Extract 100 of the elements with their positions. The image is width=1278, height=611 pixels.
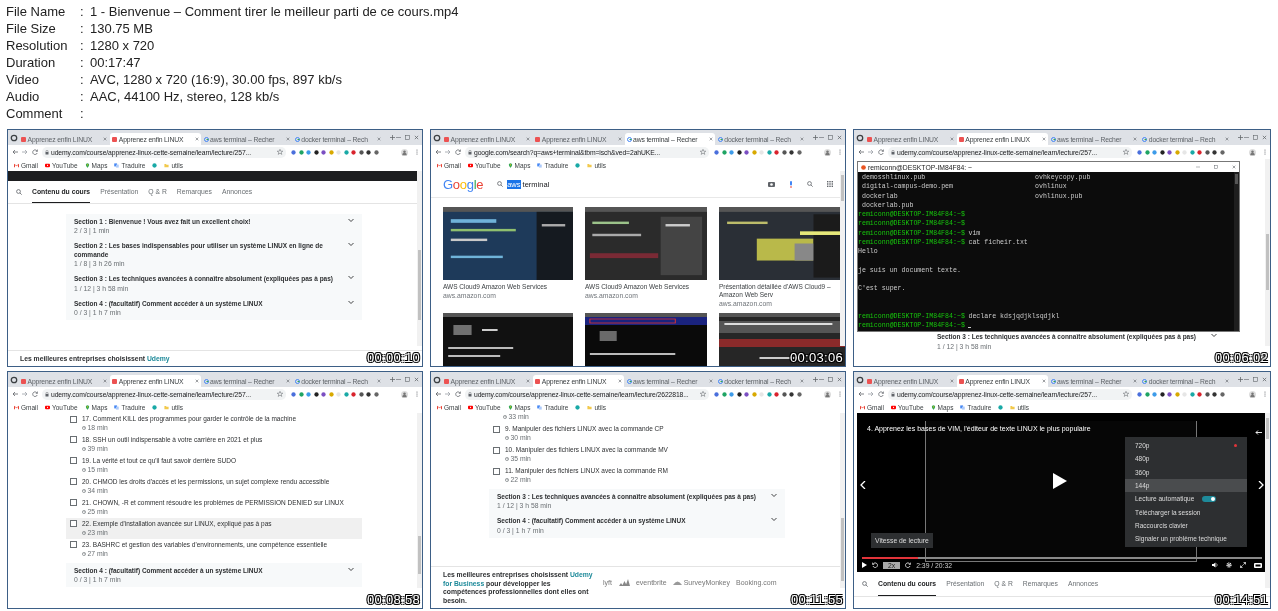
avatar-icon[interactable] xyxy=(1249,390,1256,398)
scrollbar[interactable] xyxy=(417,413,422,588)
new-tab-icon[interactable] xyxy=(813,135,818,140)
reload-icon[interactable] xyxy=(878,149,884,155)
star-icon[interactable] xyxy=(277,391,283,397)
new-tab-icon[interactable] xyxy=(1238,135,1243,140)
maximize-icon[interactable] xyxy=(405,377,410,382)
back-icon[interactable] xyxy=(435,391,441,397)
back-icon[interactable] xyxy=(858,149,864,155)
checkbox[interactable] xyxy=(70,436,77,444)
close-icon[interactable] xyxy=(377,137,381,141)
avatar-icon[interactable] xyxy=(401,390,408,398)
close-icon[interactable] xyxy=(708,137,713,141)
checkbox[interactable] xyxy=(493,425,500,433)
theater-icon[interactable] xyxy=(1254,562,1262,568)
close-icon[interactable] xyxy=(194,137,199,141)
site-icon[interactable] xyxy=(575,404,581,410)
minimize-icon[interactable] xyxy=(1244,135,1249,140)
star-icon[interactable] xyxy=(700,149,706,155)
site-icon[interactable] xyxy=(998,404,1004,410)
star-icon[interactable] xyxy=(277,149,283,155)
chevron-left-icon[interactable] xyxy=(860,481,866,489)
maximize-icon[interactable] xyxy=(1253,135,1258,140)
chrome-menu-icon[interactable] xyxy=(856,133,864,142)
close-icon[interactable] xyxy=(1041,137,1046,141)
avatar-icon[interactable] xyxy=(824,390,831,398)
minimize-icon[interactable] xyxy=(819,135,824,140)
avatar-icon[interactable] xyxy=(824,148,831,156)
scrollbar[interactable] xyxy=(840,171,845,346)
close-icon[interactable] xyxy=(194,379,199,383)
star-icon[interactable] xyxy=(700,391,706,397)
chrome-menu-icon[interactable] xyxy=(856,375,864,384)
play-icon[interactable] xyxy=(1053,473,1067,489)
close-icon[interactable] xyxy=(1225,379,1229,383)
search-icon[interactable] xyxy=(862,581,868,587)
close-icon[interactable] xyxy=(414,377,419,382)
reload-icon[interactable] xyxy=(878,391,884,397)
maximize-icon[interactable] xyxy=(1214,165,1218,169)
checkbox[interactable] xyxy=(70,541,77,549)
fullscreen-icon[interactable] xyxy=(1240,562,1246,568)
close-icon[interactable] xyxy=(800,379,804,383)
settings-icon[interactable] xyxy=(1226,562,1232,568)
close-icon[interactable] xyxy=(1232,165,1236,169)
close-icon[interactable] xyxy=(800,137,804,141)
avatar-icon[interactable] xyxy=(401,148,408,156)
close-icon[interactable] xyxy=(377,379,381,383)
back-icon[interactable] xyxy=(435,149,441,155)
checkbox[interactable] xyxy=(70,457,77,465)
checkbox[interactable] xyxy=(493,467,500,475)
close-icon[interactable] xyxy=(1041,379,1046,383)
scrollbar[interactable] xyxy=(1234,172,1239,332)
checkbox[interactable] xyxy=(70,499,77,507)
site-icon[interactable] xyxy=(152,404,158,410)
new-tab-icon[interactable] xyxy=(1238,377,1243,382)
volume-icon[interactable] xyxy=(1212,562,1218,568)
play-icon[interactable] xyxy=(862,562,867,568)
chrome-menu-icon[interactable] xyxy=(10,375,18,384)
new-tab-icon[interactable] xyxy=(813,377,818,382)
site-icon[interactable] xyxy=(575,162,581,168)
back-icon[interactable] xyxy=(12,149,18,155)
star-icon[interactable] xyxy=(1123,149,1129,155)
site-icon[interactable] xyxy=(152,162,158,168)
star-icon[interactable] xyxy=(1123,391,1129,397)
scrollbar[interactable] xyxy=(417,171,422,346)
chevron-right-icon[interactable] xyxy=(1258,481,1264,489)
scrollbar[interactable] xyxy=(840,413,845,588)
search-icon[interactable] xyxy=(16,189,22,195)
checkbox[interactable] xyxy=(70,520,77,528)
close-icon[interactable] xyxy=(1262,135,1267,140)
arrow-left-icon[interactable] xyxy=(1255,430,1262,435)
checkbox[interactable] xyxy=(70,478,77,486)
reload-icon[interactable] xyxy=(32,149,38,155)
close-icon[interactable] xyxy=(1262,377,1267,382)
maximize-icon[interactable] xyxy=(405,135,410,140)
checkbox[interactable] xyxy=(70,415,77,423)
back-icon[interactable] xyxy=(858,391,864,397)
close-icon[interactable] xyxy=(837,377,842,382)
rewind-icon[interactable] xyxy=(872,562,878,568)
apps-icon[interactable] xyxy=(827,181,833,187)
close-icon[interactable] xyxy=(414,135,419,140)
scrollbar[interactable] xyxy=(1265,413,1270,588)
chrome-menu-icon[interactable] xyxy=(10,133,18,142)
reload-icon[interactable] xyxy=(455,149,461,155)
reload-icon[interactable] xyxy=(32,391,38,397)
reload-icon[interactable] xyxy=(455,391,461,397)
close-icon[interactable] xyxy=(617,379,622,383)
new-tab-icon[interactable] xyxy=(390,377,395,382)
maximize-icon[interactable] xyxy=(828,377,833,382)
back-icon[interactable] xyxy=(12,391,18,397)
avatar-icon[interactable] xyxy=(1249,148,1256,156)
microphone-icon[interactable] xyxy=(789,180,793,188)
checkbox[interactable] xyxy=(493,446,500,454)
camera-icon[interactable] xyxy=(768,181,775,187)
close-icon[interactable] xyxy=(837,135,842,140)
maximize-icon[interactable] xyxy=(1253,377,1258,382)
minimize-icon[interactable] xyxy=(396,377,401,382)
minimize-icon[interactable] xyxy=(819,377,824,382)
minimize-icon[interactable] xyxy=(396,135,401,140)
new-tab-icon[interactable] xyxy=(390,135,395,140)
maximize-icon[interactable] xyxy=(828,135,833,140)
